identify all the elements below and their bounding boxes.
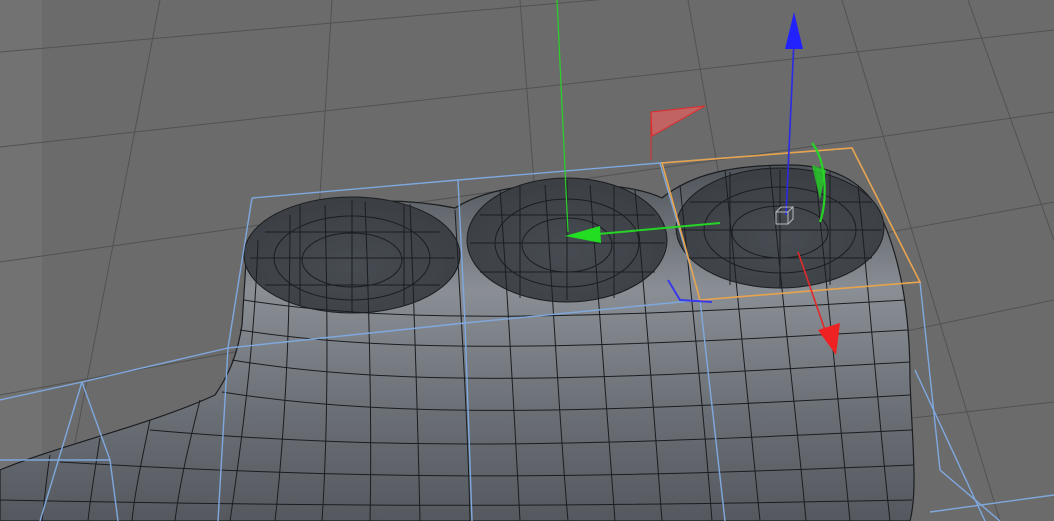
viewport-canvas[interactable] xyxy=(0,0,1054,521)
left-shade-strip xyxy=(0,0,42,521)
3d-viewport[interactable] xyxy=(0,0,1054,521)
